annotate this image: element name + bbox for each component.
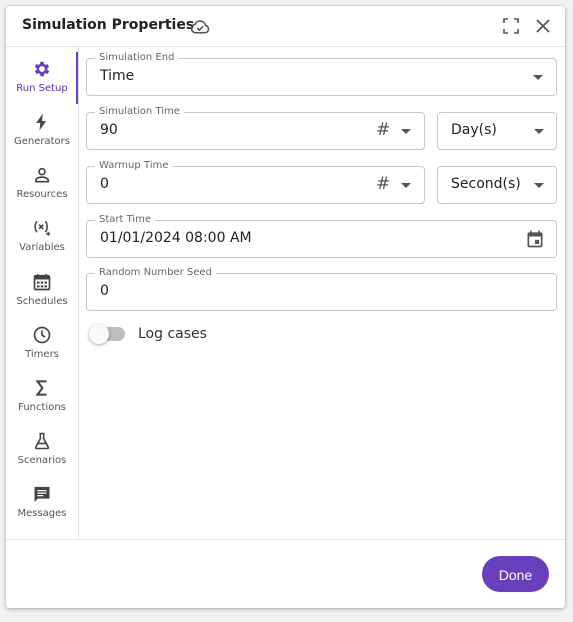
expand-icon[interactable] <box>503 18 519 34</box>
sidebar-item-label: Variables <box>19 242 65 253</box>
simulation-time-value: 90 <box>100 122 118 138</box>
warmup-time-label: Warmup Time <box>95 159 173 173</box>
clock-icon <box>33 326 51 344</box>
sidebar-item-variables[interactable]: Variables <box>6 211 78 263</box>
sidebar-item-resources[interactable]: Resources <box>6 158 78 210</box>
sidebar-item-label: Timers <box>25 349 59 360</box>
sidebar-item-label: Functions <box>18 402 66 413</box>
sidebar-item-label: Messages <box>17 508 67 519</box>
person-icon <box>34 167 50 183</box>
log-cases-label: Log cases <box>138 326 207 342</box>
simulation-time-label: Simulation Time <box>95 105 184 119</box>
close-icon[interactable] <box>534 17 552 35</box>
sidebar-item-label: Run Setup <box>16 83 68 94</box>
done-button[interactable]: Done <box>482 556 549 592</box>
sidebar-item-messages[interactable]: Messages <box>6 477 78 529</box>
toggle-knob <box>89 324 109 344</box>
simulation-time-input[interactable]: Simulation Time 90 # <box>86 105 425 150</box>
random-number-seed-value: 0 <box>100 283 109 299</box>
gear-icon <box>34 61 50 77</box>
simulation-time-unit-value: Day(s) <box>451 122 497 138</box>
sidebar-item-scenarios[interactable]: Scenarios <box>6 424 78 476</box>
calendar-icon[interactable] <box>525 229 545 249</box>
warmup-time-unit-value: Second(s) <box>451 176 521 192</box>
footer-divider <box>6 539 565 540</box>
start-time-label: Start Time <box>95 213 156 227</box>
chevron-down-icon <box>534 183 544 188</box>
variable-icon <box>34 220 51 236</box>
sidebar: Run Setup Generators Resources Variables <box>6 47 79 539</box>
random-number-seed-label: Random Number Seed <box>95 266 216 280</box>
calendar-icon <box>33 274 51 291</box>
sidebar-item-label: Generators <box>14 136 70 147</box>
sidebar-item-run-setup[interactable]: Run Setup <box>6 52 78 104</box>
sidebar-item-generators[interactable]: Generators <box>6 105 78 157</box>
simulation-end-value: Time <box>100 68 135 84</box>
dialog-title: Simulation Properties <box>22 17 195 33</box>
sidebar-item-label: Scenarios <box>17 455 67 466</box>
chevron-down-icon[interactable] <box>401 183 411 188</box>
sidebar-item-label: Resources <box>16 189 68 200</box>
hash-icon: # <box>376 174 391 194</box>
warmup-time-unit-select[interactable]: Second(s) <box>437 166 557 204</box>
simulation-properties-dialog: Simulation Properties Run Setup Generato… <box>6 6 565 608</box>
flask-icon <box>34 432 50 450</box>
message-icon <box>34 486 50 502</box>
simulation-end-label: Simulation End <box>95 51 179 65</box>
simulation-time-unit-select[interactable]: Day(s) <box>437 112 557 150</box>
chevron-down-icon <box>533 75 543 80</box>
lightning-icon <box>36 113 47 131</box>
dialog-header: Simulation Properties <box>6 6 565 47</box>
simulation-end-select[interactable]: Simulation End Time <box>86 51 557 96</box>
sidebar-item-schedules[interactable]: Schedules <box>6 265 78 317</box>
random-number-seed-input[interactable]: Random Number Seed 0 <box>86 266 557 311</box>
warmup-time-input[interactable]: Warmup Time 0 # <box>86 159 425 204</box>
sigma-icon <box>35 380 47 396</box>
sidebar-item-timers[interactable]: Timers <box>6 318 78 370</box>
sidebar-item-functions[interactable]: Functions <box>6 371 78 423</box>
hash-icon: # <box>376 120 391 140</box>
start-time-input[interactable]: Start Time 01/01/2024 08:00 AM <box>86 213 557 258</box>
sidebar-item-label: Schedules <box>16 296 68 307</box>
cloud-check-icon <box>190 20 210 34</box>
log-cases-toggle[interactable] <box>89 324 129 344</box>
warmup-time-value: 0 <box>100 176 109 192</box>
start-time-value: 01/01/2024 08:00 AM <box>100 230 252 246</box>
chevron-down-icon <box>534 129 544 134</box>
chevron-down-icon[interactable] <box>401 129 411 134</box>
